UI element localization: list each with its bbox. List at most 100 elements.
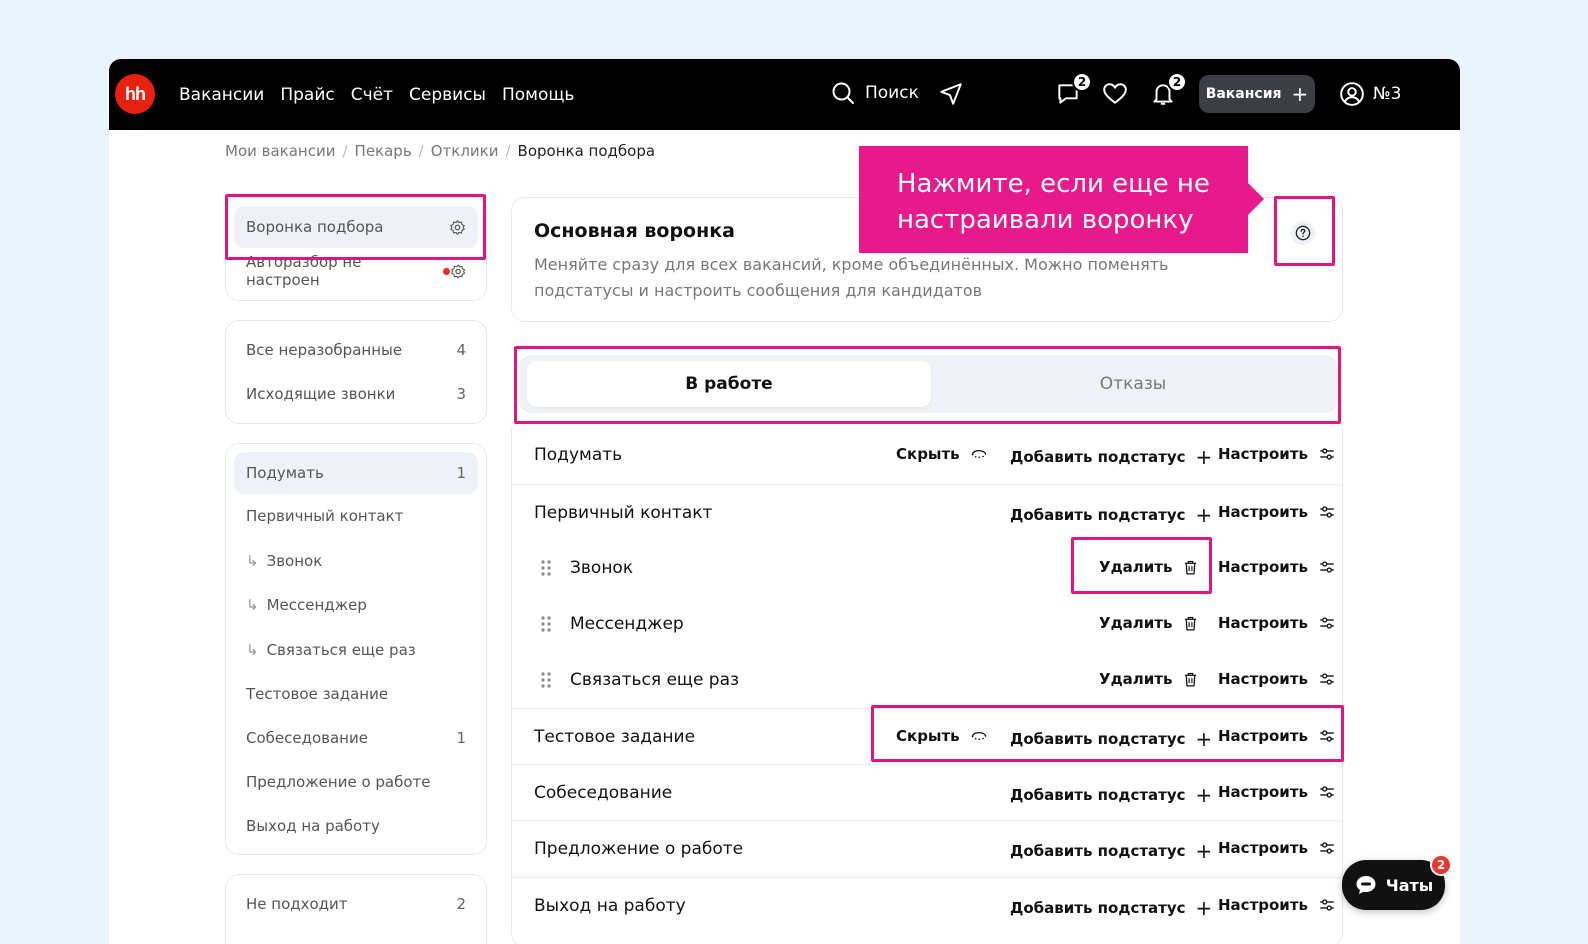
configure-button[interactable]: Настроить [1218,727,1336,745]
sidebar-item-funnel[interactable]: Воронка подбора [234,206,478,248]
sidebar-item-label: Не подходит [246,895,348,913]
delete-button[interactable]: Удалить [1099,558,1199,576]
nav-link-vacancies[interactable]: Вакансии [179,85,264,105]
status-name: Выход на работу [534,895,686,916]
hide-button[interactable]: Скрыть [896,445,988,463]
substatus-name: Звонок [570,558,634,578]
breadcrumb-my-vacancies[interactable]: Мои вакансии [225,142,335,160]
delete-button[interactable]: Удалить [1099,670,1199,688]
gear-icon[interactable] [450,263,466,280]
chats-badge: 2 [1430,854,1452,876]
sidebar-item-unsorted[interactable]: Все неразобранные 4 [234,329,478,371]
delete-button[interactable]: Удалить [1099,614,1199,632]
account-label: №3 [1373,84,1402,104]
status-row: Тестовое задание Скрыть Добавить подстат… [512,708,1344,764]
sidebar-item-stage[interactable]: Подумать 1 [234,452,478,494]
messages-button[interactable]: 2 [1055,72,1092,111]
sidebar-item-count: 1 [456,464,466,482]
subitem-arrow-icon: ↳ [246,552,259,570]
add-substatus-button[interactable]: Добавить подстатус + [1010,783,1212,807]
account-menu[interactable]: №3 [1339,81,1402,107]
hint-tooltip-arrow [1248,183,1264,215]
drag-handle-icon[interactable] [540,615,552,633]
create-vacancy-label: Вакансия [1205,86,1282,102]
gear-icon[interactable] [449,219,466,236]
send-button[interactable] [938,81,964,111]
breadcrumb-separator: / [418,142,424,160]
drag-handle-icon[interactable] [540,559,552,577]
add-substatus-button[interactable]: Добавить подстатус + [1010,503,1212,527]
add-substatus-button[interactable]: Добавить подстатус + [1010,839,1212,863]
sidebar-item-substage[interactable]: ↳ Мессенджер [234,584,478,626]
configure-button[interactable]: Настроить [1218,839,1336,857]
sidebar-item-count: 4 [456,341,466,359]
sidebar-item-label: Все неразобранные [246,341,403,359]
add-substatus-button[interactable]: Добавить подстатус + [1010,445,1212,469]
sidebar-item-autosort[interactable]: Авторазбор не настроен [234,250,478,292]
heart-icon [1103,83,1127,104]
configure-button[interactable]: Настроить [1218,503,1336,521]
drag-handle-icon[interactable] [540,671,552,689]
sidebar-item-not-suitable[interactable]: Не подходит 2 [234,883,478,925]
send-icon [940,83,962,105]
configure-button[interactable]: Настроить [1218,896,1336,914]
sidebar-item-substage[interactable]: ↳ Звонок [234,540,478,582]
hide-button[interactable]: Скрыть [896,727,988,745]
sliders-icon [1320,561,1334,573]
substatus-row: Связаться еще раз Удалить Настроить [512,652,1344,708]
plus-icon: + [1195,783,1213,807]
configure-label: Настроить [1218,727,1308,745]
nav-link-services[interactable]: Сервисы [409,85,486,105]
notifications-button[interactable]: 2 [1150,72,1187,111]
sliders-icon [1320,448,1334,460]
hint-tooltip: Нажмите, если еще не настраивали воронку [859,146,1248,253]
help-button[interactable] [1291,221,1315,245]
sidebar-item-stage[interactable]: Выход на работу [234,805,478,847]
sidebar-item-label: Воронка подбора [246,218,384,236]
configure-button[interactable]: Настроить [1218,558,1336,576]
sidebar-item-count: 3 [456,385,466,403]
configure-button[interactable]: Настроить [1218,445,1336,463]
favorites-button[interactable] [1102,81,1128,111]
add-substatus-label: Добавить подстатус [1010,506,1186,524]
sidebar-item-label: Мессенджер [266,596,367,614]
sidebar-item-label: Выход на работу [246,817,380,835]
chats-label: Чаты [1385,875,1434,895]
substatus-row: Мессенджер Удалить Настроить [512,596,1344,652]
sidebar-item-label: Авторазбор не настроен [246,253,362,289]
nav-link-price[interactable]: Прайс [280,85,334,105]
sidebar-item-label: Подумать [246,464,324,482]
configure-button[interactable]: Настроить [1218,783,1336,801]
add-substatus-button[interactable]: Добавить подстатус + [1010,727,1212,751]
breadcrumb-vacancy[interactable]: Пекарь [355,142,412,160]
plus-icon: + [1195,727,1213,751]
sidebar-item-stage[interactable]: Собеседование 1 [234,717,478,759]
trash-icon [1185,672,1197,687]
configure-button[interactable]: Настроить [1218,670,1336,688]
sidebar-item-stage[interactable]: Первичный контакт [234,495,478,537]
configure-label: Настроить [1218,614,1308,632]
sidebar-item-substage[interactable]: ↳ Связаться еще раз [234,629,478,671]
messages-badge: 2 [1072,72,1092,92]
configure-label: Настроить [1218,503,1308,521]
search-button[interactable]: Поиск [831,81,919,105]
sliders-icon [1320,730,1334,742]
sidebar-item-label: Предложение о работе [246,773,431,791]
breadcrumb-separator: / [342,142,348,160]
sliders-icon [1320,617,1334,629]
breadcrumb-responses[interactable]: Отклики [431,142,499,160]
tab-rejected[interactable]: Отказы [931,361,1335,407]
configure-button[interactable]: Настроить [1218,614,1336,632]
hh-logo[interactable]: hh [115,74,155,114]
add-substatus-button[interactable]: Добавить подстатус + [1010,896,1212,920]
tab-in-progress[interactable]: В работе [527,361,931,407]
sidebar-stages-card: Подумать 1 Первичный контакт ↳ Звонок ↳ Ме… [225,443,487,855]
sidebar-item-stage[interactable]: Предложение о работе [234,761,478,803]
sidebar-item-label: Исходящие звонки [246,385,396,403]
create-vacancy-button[interactable]: Вакансия + [1199,75,1315,113]
sidebar-item-outgoing-calls[interactable]: Исходящие звонки 3 [234,373,478,415]
nav-link-help[interactable]: Помощь [502,85,574,105]
sidebar-item-stage[interactable]: Тестовое задание [234,673,478,715]
nav-link-account[interactable]: Счёт [351,85,393,105]
add-substatus-label: Добавить подстатус [1010,899,1186,917]
